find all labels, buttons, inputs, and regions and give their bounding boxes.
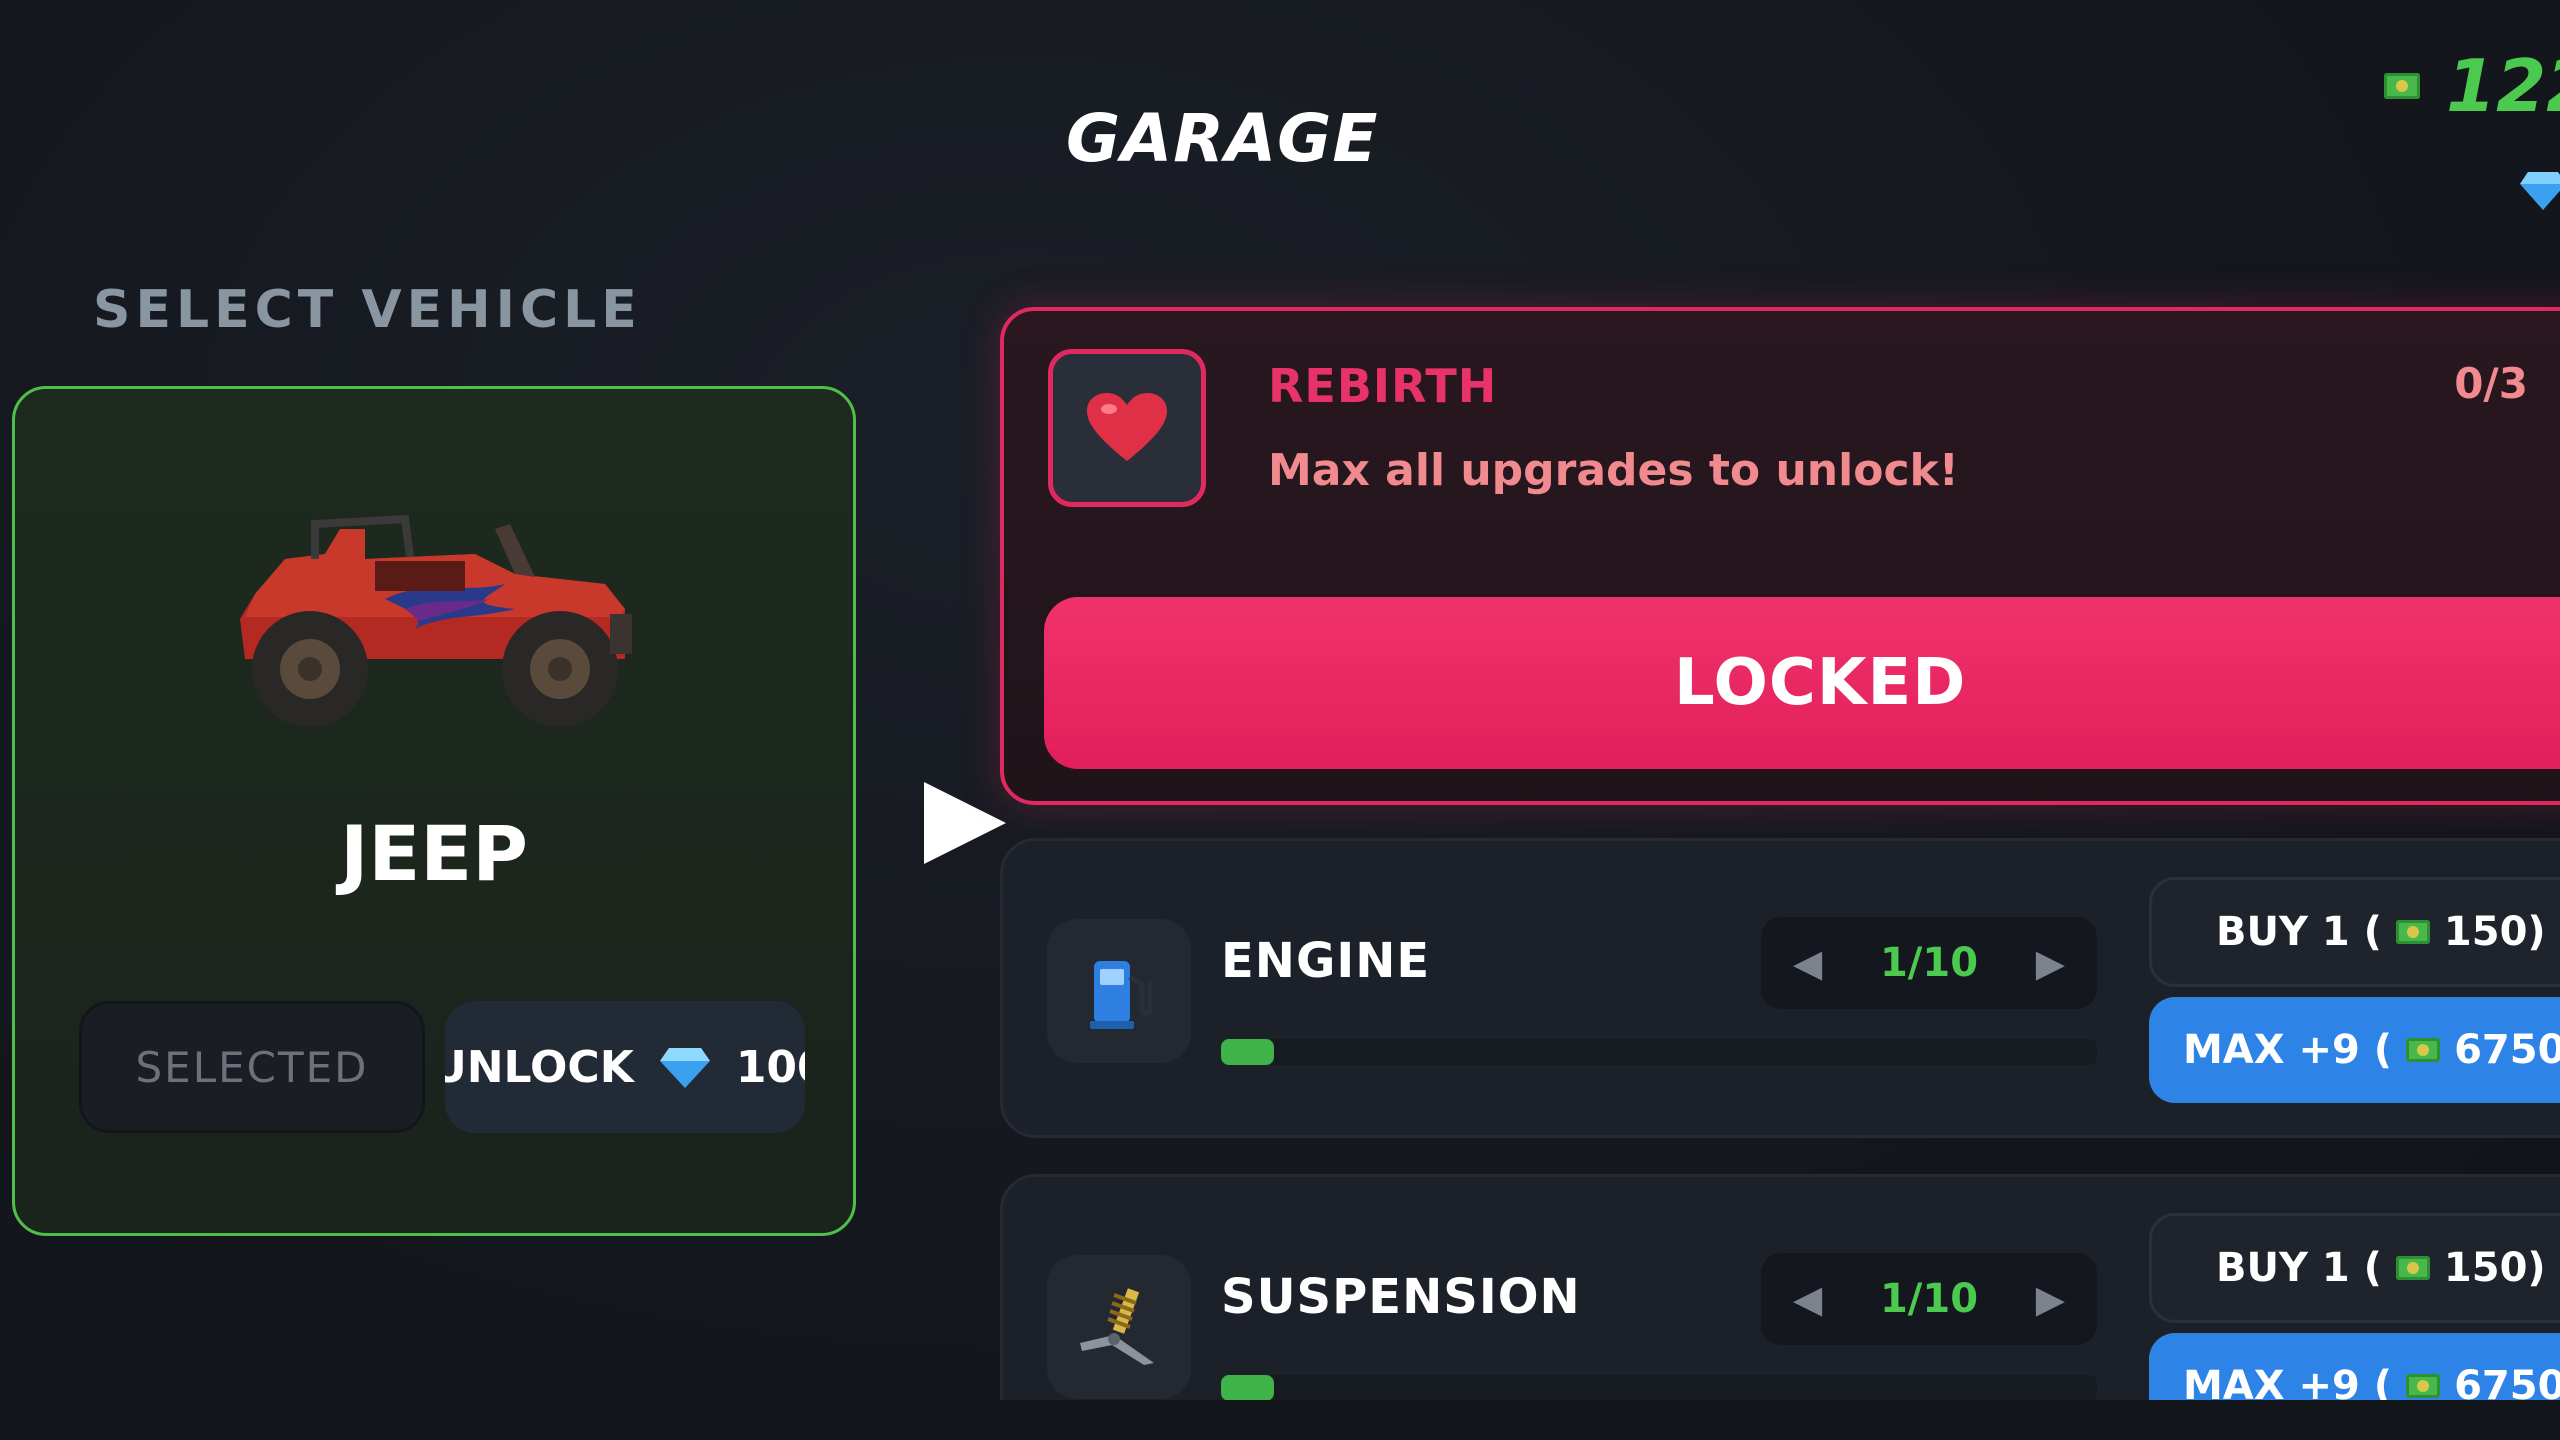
cash-value: 122 <box>2446 44 2560 128</box>
heart-icon <box>1087 393 1167 461</box>
unlock-button[interactable]: UNLOCK 100 <box>445 1001 805 1133</box>
section-label: SELECT VEHICLE <box>93 280 642 340</box>
buy-one-price: 150) <box>2443 1245 2546 1291</box>
buy-one-button[interactable]: BUY 1 ( 150) <box>2149 877 2560 987</box>
level-stepper: ◀ 1/10 ▶ <box>1761 917 2097 1009</box>
buy-max-price: 6750) <box>2454 1027 2560 1073</box>
upgrade-progress-fill <box>1221 1375 1274 1401</box>
cash-counter: 122 <box>2384 44 2560 128</box>
rebirth-icon-box <box>1048 349 1206 507</box>
upgrade-row-engine: ENGINE ◀ 1/10 ▶ BUY 1 ( 150) MAX +9 ( 67… <box>1000 838 2560 1138</box>
cash-icon <box>2406 1374 2441 1398</box>
buy-one-label: BUY 1 ( <box>2216 1245 2382 1291</box>
rebirth-progress: 0/3 <box>2454 359 2528 408</box>
rebirth-title: REBIRTH <box>1268 359 1498 413</box>
garage-screen: GARAGE 122 SELECT VEHICLE <box>0 0 2560 1440</box>
vehicle-card-jeep[interactable]: JEEP SELECTED UNLOCK 100 <box>12 386 856 1236</box>
buy-max-label: MAX +9 ( <box>2183 1027 2393 1073</box>
fuel-pump-icon <box>1090 961 1153 1029</box>
buy-one-button[interactable]: BUY 1 ( 150) <box>2149 1213 2560 1323</box>
upgrade-icon-box <box>1047 1255 1191 1399</box>
level-value: 1/10 <box>1879 1276 1979 1322</box>
buy-one-price: 150) <box>2443 909 2546 955</box>
level-stepper: ◀ 1/10 ▶ <box>1761 1253 2097 1345</box>
upgrade-progress-bar <box>1221 1039 2097 1065</box>
unlock-label: UNLOCK <box>445 1041 634 1093</box>
decrease-level-icon[interactable]: ◀ <box>1793 941 1822 985</box>
increase-level-icon[interactable]: ▶ <box>2036 1277 2065 1321</box>
gem-icon <box>659 1048 710 1088</box>
level-value: 1/10 <box>1879 940 1979 986</box>
play-arrow-icon <box>924 782 1006 864</box>
cash-icon <box>2384 73 2420 99</box>
rebirth-subtitle: Max all upgrades to unlock! <box>1268 445 1959 496</box>
locked-label: LOCKED <box>1674 646 1967 720</box>
upgrade-progress-bar <box>1221 1375 2097 1401</box>
upgrade-name: SUSPENSION <box>1221 1269 1581 1325</box>
shock-absorber-icon <box>1080 1288 1154 1365</box>
page-title: GARAGE <box>1066 100 1379 177</box>
rebirth-panel: REBIRTH Max all upgrades to unlock! 0/3 … <box>1000 307 2560 805</box>
selected-button[interactable]: SELECTED <box>79 1001 425 1133</box>
upgrade-progress-fill <box>1221 1039 1274 1065</box>
jeep-image <box>240 514 632 727</box>
vehicle-name: JEEP <box>340 809 528 898</box>
upgrade-name: ENGINE <box>1221 933 1431 989</box>
locked-button[interactable]: LOCKED <box>1044 597 2560 769</box>
gem-icon <box>2520 172 2560 210</box>
cash-icon <box>2406 1038 2441 1062</box>
unlock-price: 100 <box>735 1041 805 1093</box>
cash-icon <box>2395 1256 2430 1280</box>
buy-max-button[interactable]: MAX +9 ( 6750) <box>2149 997 2560 1103</box>
upgrade-icon-box <box>1047 919 1191 1063</box>
cash-icon <box>2395 920 2430 944</box>
buy-one-label: BUY 1 ( <box>2216 909 2382 955</box>
bottom-edge <box>0 1400 2560 1440</box>
decrease-level-icon[interactable]: ◀ <box>1793 1277 1822 1321</box>
increase-level-icon[interactable]: ▶ <box>2036 941 2065 985</box>
